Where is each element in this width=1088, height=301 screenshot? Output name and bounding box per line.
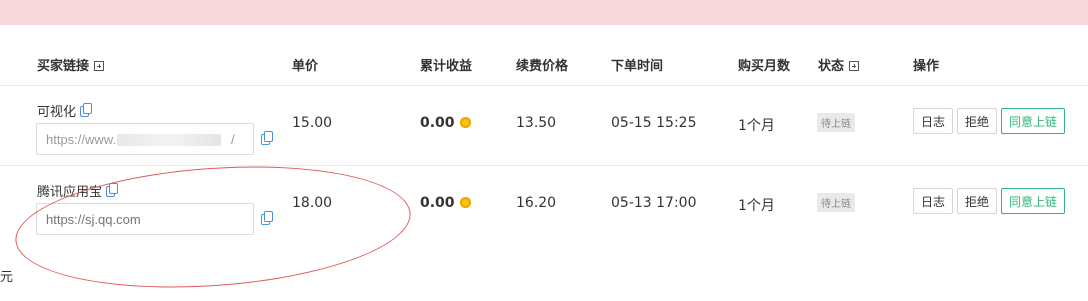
col-months: 购买月数 [738, 59, 791, 74]
log-button[interactable]: 日志 [913, 188, 954, 214]
coin-icon [459, 197, 471, 208]
unit-price: 18.00 [292, 195, 333, 211]
order-time: 05-13 17:00 [611, 195, 697, 211]
approve-button[interactable]: 同意上链 [1001, 108, 1066, 134]
copy-link-icon[interactable] [261, 131, 273, 145]
order-time: 05-15 15:25 [611, 115, 697, 131]
link-field[interactable] [36, 203, 254, 235]
col-order-time: 下单时间 [611, 59, 664, 74]
renewal-price: 16.20 [516, 195, 557, 211]
expand-icon[interactable] [849, 61, 860, 71]
col-total-earnings: 累计收益 [420, 59, 473, 74]
col-buyer-link[interactable]: 买家链接 [37, 55, 105, 74]
col-renewal-price: 续费价格 [516, 59, 569, 74]
months: 1个月 [738, 198, 775, 214]
log-button[interactable]: 日志 [913, 108, 954, 134]
earnings: 0.00 [420, 195, 471, 211]
col-actions: 操作 [913, 59, 940, 74]
redacted-text [117, 134, 221, 146]
col-unit-price: 单价 [292, 59, 319, 74]
earnings: 0.00 [420, 115, 471, 131]
table-row: 可视化 https://www. / 15.00 0.00 13.50 05-1… [0, 86, 1088, 165]
unit-price: 15.00 [292, 115, 333, 131]
link-field[interactable]: https://www. / [36, 123, 254, 155]
coin-icon [459, 117, 471, 128]
status-badge: 待上链 [817, 113, 855, 132]
reject-button[interactable]: 拒绝 [957, 188, 998, 214]
top-banner [0, 0, 1088, 25]
renewal-price: 13.50 [516, 115, 557, 131]
status-badge: 待上链 [817, 193, 855, 212]
copy-icon[interactable] [80, 103, 93, 117]
col-status[interactable]: 状态 [818, 55, 860, 74]
row-name: 可视化 [37, 101, 93, 120]
months: 1个月 [738, 118, 775, 134]
table-row: 腾讯应用宝 18.00 0.00 16.20 05-13 17:00 1个月 待… [0, 166, 1088, 245]
copy-icon[interactable] [106, 183, 119, 197]
reject-button[interactable]: 拒绝 [957, 108, 998, 134]
expand-icon[interactable] [94, 61, 105, 71]
footer-text: 元 [0, 270, 14, 285]
row-name: 腾讯应用宝 [37, 181, 119, 200]
approve-button[interactable]: 同意上链 [1001, 188, 1066, 214]
copy-link-icon[interactable] [261, 211, 273, 225]
